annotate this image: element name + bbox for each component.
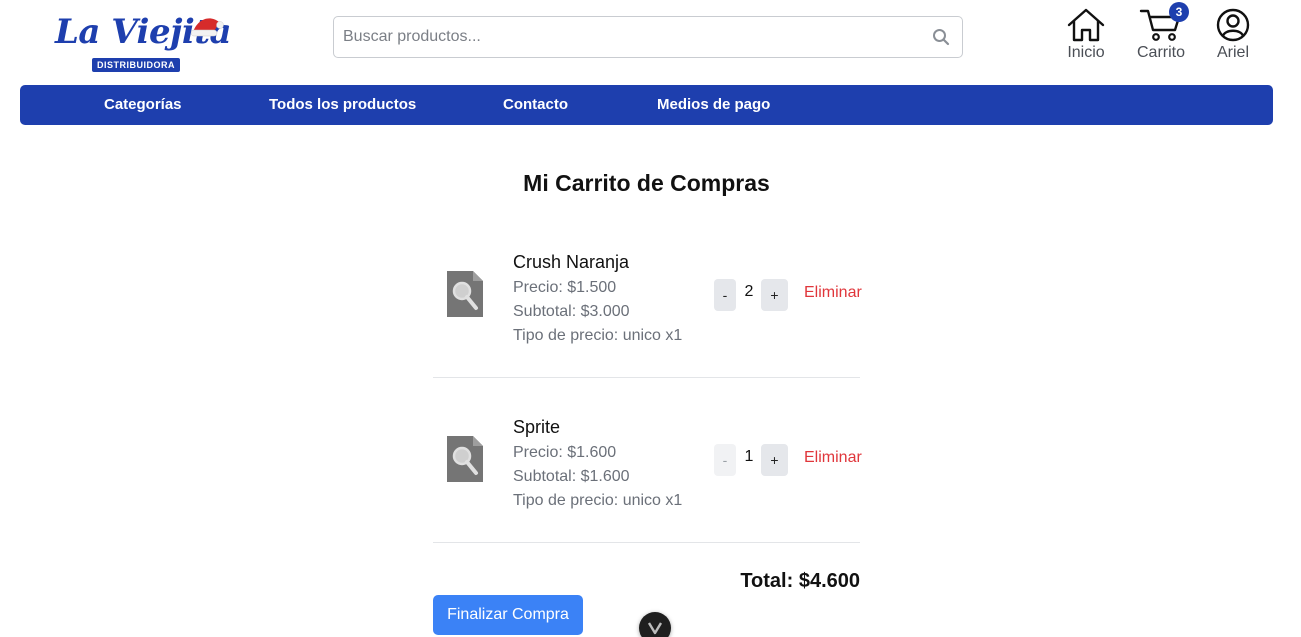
nav-link-medios-de-pago[interactable]: Medios de pago — [657, 96, 770, 113]
decrement-button[interactable]: - — [714, 279, 736, 311]
image-placeholder-icon — [447, 271, 483, 317]
item-price: Precio: $1.500 — [513, 279, 617, 296]
chevron-down-icon — [647, 622, 663, 635]
search-icon[interactable] — [931, 27, 951, 47]
item-subtotal: Subtotal: $1.600 — [513, 468, 630, 485]
item-price-type: Tipo de precio: unico x1 — [513, 327, 683, 344]
nav-cart-label: Carrito — [1136, 44, 1185, 61]
item-name: Crush Naranja — [513, 252, 630, 272]
cart-total: Total: $4.600 — [740, 570, 860, 592]
nav-home-label: Inicio — [1067, 44, 1105, 61]
item-info: Crush Naranja Precio: $1.500 Subtotal: $… — [513, 250, 682, 348]
search-bar — [333, 16, 963, 58]
quantity-value: 1 — [744, 448, 754, 465]
item-price: Precio: $1.600 — [513, 444, 617, 461]
nav-link-categorias[interactable]: Categorías — [104, 96, 182, 113]
brand-tagline: DISTRIBUIDORA — [92, 58, 180, 72]
nav-user-label: Ariel — [1216, 44, 1249, 61]
decrement-button[interactable]: - — [714, 444, 736, 476]
nav-link-contacto[interactable]: Contacto — [503, 96, 568, 113]
cart-count-badge: 3 — [1169, 2, 1189, 22]
nav-cart[interactable]: 3 Carrito — [1129, 2, 1193, 68]
checkout-button[interactable]: Finalizar Compra — [433, 595, 583, 635]
search-input[interactable] — [334, 17, 924, 57]
remove-item-button[interactable]: Eliminar — [804, 449, 862, 467]
increment-button[interactable]: + — [761, 279, 788, 311]
home-icon — [1067, 8, 1105, 42]
page-title: Mi Carrito de Compras — [523, 170, 770, 196]
user-icon — [1216, 8, 1250, 42]
cart-item: Sprite Precio: $1.600 Subtotal: $1.600 T… — [433, 378, 862, 543]
item-subtotal: Subtotal: $3.000 — [513, 303, 630, 320]
brand-logo[interactable]: La Viejita DISTRIBUIDORA — [55, 10, 235, 76]
increment-button[interactable]: + — [761, 444, 788, 476]
nav-user[interactable]: Ariel — [1201, 8, 1265, 68]
santa-hat-icon — [191, 18, 224, 37]
remove-item-button[interactable]: Eliminar — [804, 284, 862, 302]
nav-link-todos-los-productos[interactable]: Todos los productos — [269, 96, 416, 113]
cart-item: Crush Naranja Precio: $1.500 Subtotal: $… — [433, 213, 862, 378]
item-name: Sprite — [513, 417, 561, 437]
item-price-type: Tipo de precio: unico x1 — [513, 492, 683, 509]
quantity-value: 2 — [744, 283, 754, 300]
nav-home[interactable]: Inicio — [1054, 8, 1118, 68]
item-info: Sprite Precio: $1.600 Subtotal: $1.600 T… — [513, 415, 682, 513]
image-placeholder-icon — [447, 436, 483, 482]
main-navbar: Categorías Todos los productos Contacto … — [20, 85, 1273, 125]
floating-toggle-button[interactable] — [639, 612, 671, 637]
